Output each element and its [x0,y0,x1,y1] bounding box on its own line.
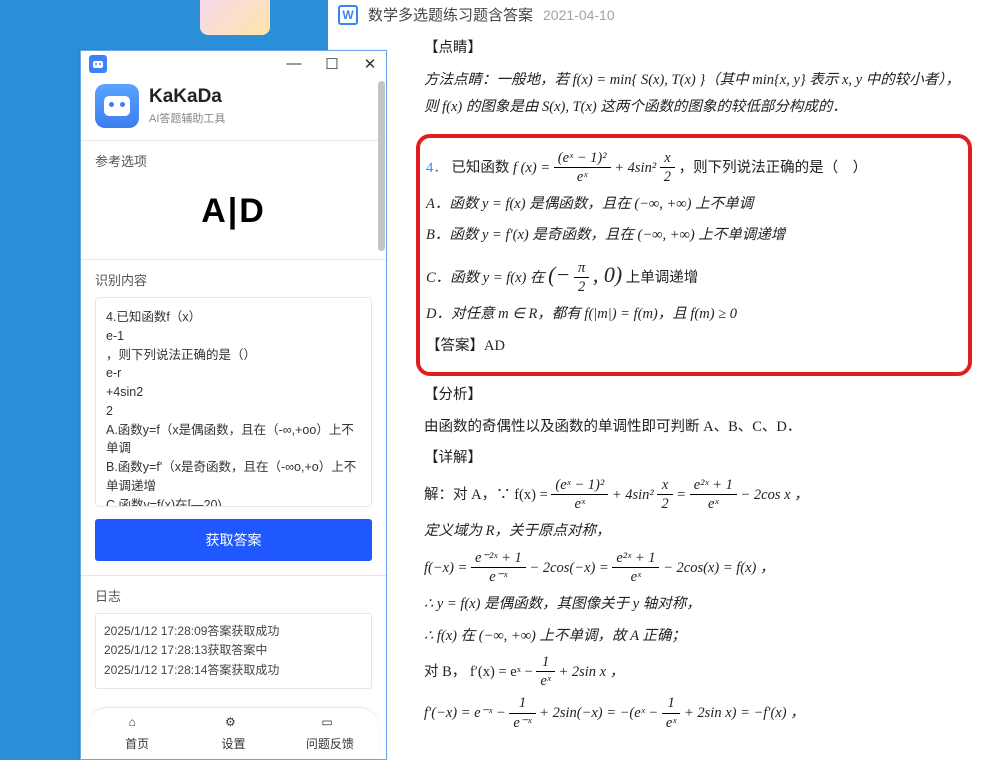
section-options: 参考选项 A|D [81,140,386,259]
log-line: 2025/1/12 17:28:14答案获取成功 [104,661,363,680]
document-header: W 数学多选题练习题含答案 2021-04-10 [334,0,972,31]
fenxi-text: 由函数的奇偶性以及函数的单调性即可判断 A、B、C、D． [424,414,972,442]
word-doc-icon: W [338,5,358,25]
section-xiangjie: 【详解】 [424,450,482,466]
option-a: A．函数 y = f(x) 是偶函数，且在 (−∞, +∞) 上不单调 [426,191,950,219]
sol-a-line4: ∴ y = f(x) 是偶函数，其图像关于 y 轴对称， [424,591,972,619]
get-answer-button[interactable]: 获取答案 [95,519,372,561]
gear-icon: ⚙ [225,715,242,732]
home-icon: ⌂ [129,715,146,732]
section-options-header: 参考选项 [95,151,372,170]
section-log-header: 日志 [95,586,372,605]
background-thumbnail [200,0,270,35]
document-title[interactable]: 数学多选题练习题含答案 [368,4,533,25]
document-body: 【点睛】 方法点睛：一般地，若 f(x) = min{ S(x), T(x) }… [334,35,972,733]
nav-home[interactable]: ⌂ 首页 [89,708,185,759]
section-dianjing: 【点睛】 [424,40,482,56]
app-subtitle: AI答题辅助工具 [149,110,225,126]
dianjing-text: 方法点睛：一般地，若 f(x) = min{ S(x), T(x) }（其中 m… [424,67,972,122]
sol-a-line1: 解：对 A，∵ f(x) = (eˣ − 1)²eˣ + 4sin² x2 = … [424,477,972,514]
ocr-text: 4.已知函数f（x） e-1 ，则下列说法正确的是（） e-r +4sin2 2… [106,308,361,507]
section-log: 日志 2025/1/12 17:28:09答案获取成功 2025/1/12 17… [81,575,386,699]
sol-a-line5: ∴ f(x) 在 (−∞, +∞) 上不单调，故 A 正确； [424,623,972,651]
nav-home-label: 首页 [125,735,149,752]
nav-feedback-label: 问题反馈 [306,735,354,752]
nav-feedback[interactable]: ▭ 问题反馈 [282,708,378,759]
log-line: 2025/1/12 17:28:09答案获取成功 [104,622,363,641]
titlebar: — ☐ ✕ [81,51,386,76]
scrollbar-thumb[interactable] [378,81,385,251]
nav-settings[interactable]: ⚙ 设置 [185,708,281,759]
sol-a-line3: f(−x) = e⁻²ˣ + 1e⁻ˣ − 2cos(−x) = e²ˣ + 1… [424,550,972,587]
kakada-window: — ☐ ✕ KaKaDa AI答题辅助工具 参考选项 A|D 识别内容 4.已知… [80,50,387,760]
section-ocr: 识别内容 4.已知函数f（x） e-1 ，则下列说法正确的是（） e-r +4s… [81,259,386,575]
sol-a-line2: 定义域为 R，关于原点对称， [424,518,972,546]
option-d: D．对任意 m ∈ R，都有 f(|m|) = f(m)，且 f(m) ≥ 0 [426,301,950,329]
sol-b-line2: f′(−x) = e⁻ˣ − 1e⁻ˣ + 2sin(−x) = −(eˣ − … [424,695,972,732]
answer-display: A|D [95,178,372,249]
log-line: 2025/1/12 17:28:13获取答案中 [104,641,363,660]
document-date: 2021-04-10 [543,7,615,23]
app-small-icon [89,55,107,73]
maximize-button[interactable]: ☐ [324,55,340,73]
answer-line: 【答案】AD [426,333,950,361]
nav-settings-label: 设置 [221,735,245,752]
option-c: C．函数 y = f(x) 在 (− π2 , 0) 上单调递增 [426,254,950,297]
app-logo-icon [95,84,139,128]
bottom-navbar: ⌂ 首页 ⚙ 设置 ▭ 问题反馈 [89,707,378,759]
minimize-button[interactable]: — [286,55,302,73]
sol-b-line1: 对 B， f′(x) = eˣ − 1eˣ + 2sin x ， [424,654,972,691]
option-b: B．函数 y = f′(x) 是奇函数，且在 (−∞, +∞) 上不单调递增 [426,222,950,250]
document-panel: W 数学多选题练习题含答案 2021-04-10 【点睛】 方法点睛：一般地，若… [328,0,990,760]
ocr-content-box: 4.已知函数f（x） e-1 ，则下列说法正确的是（） e-r +4sin2 2… [95,297,372,507]
close-button[interactable]: ✕ [362,55,378,73]
app-name: KaKaDa [149,86,225,108]
question-stem: 4． 已知函数 f (x) = (eˣ − 1)²eˣ + 4sin² x2 ，… [426,150,950,187]
section-fenxi: 【分析】 [424,387,482,403]
log-box: 2025/1/12 17:28:09答案获取成功 2025/1/12 17:28… [95,613,372,689]
highlighted-question-box: 4． 已知函数 f (x) = (eˣ − 1)²eˣ + 4sin² x2 ，… [416,134,972,377]
app-header: KaKaDa AI答题辅助工具 [81,76,386,140]
section-ocr-header: 识别内容 [95,270,372,289]
chat-icon: ▭ [321,715,338,732]
